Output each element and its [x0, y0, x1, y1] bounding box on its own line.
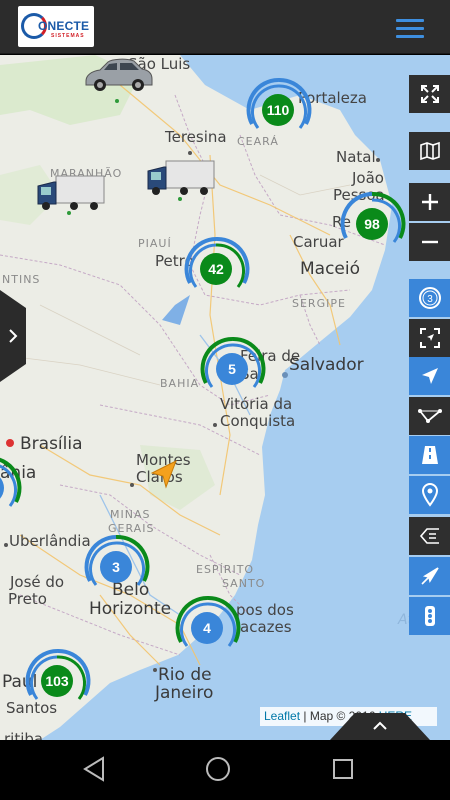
plus-icon: [421, 194, 438, 210]
cluster-marker-partial[interactable]: [0, 450, 26, 526]
city-label-maceio: Maceió: [300, 259, 361, 279]
cluster-count: 103: [45, 673, 69, 689]
svg-text:3: 3: [427, 294, 433, 305]
vehicle-position-dot: [67, 211, 71, 215]
state-label-minas: MINAS: [110, 508, 151, 521]
leaflet-link[interactable]: Leaflet: [264, 709, 300, 723]
city-label-rio-de: Rio de: [158, 665, 212, 685]
back-triangle-icon: [83, 756, 104, 782]
system-navigation-bar: [0, 740, 450, 800]
more-button[interactable]: [409, 597, 450, 635]
city-label-conquista: Conquista: [220, 412, 296, 430]
hamburger-menu-icon[interactable]: [393, 15, 427, 41]
city-label-natal: Natal: [336, 148, 376, 166]
city-label-goytacazes: acazes: [240, 618, 292, 636]
location-button[interactable]: [409, 476, 450, 514]
recents-square-icon: [333, 759, 353, 779]
logo-text: ONECTE: [38, 19, 90, 33]
state-label-espirito: ESPÍRITO: [196, 563, 255, 576]
cluster-count: 4: [203, 620, 211, 636]
route-icon: [417, 409, 442, 423]
zoom-in-button[interactable]: [409, 183, 450, 221]
cluster-marker[interactable]: 5: [194, 331, 270, 407]
route-button[interactable]: [409, 397, 450, 435]
car-icon[interactable]: [82, 55, 156, 95]
city-label-janeiro: Janeiro: [155, 683, 214, 703]
counter-icon: 3: [418, 287, 441, 309]
logo-subtext: SISTEMAS: [51, 33, 85, 39]
cluster-marker[interactable]: 103: [19, 643, 95, 719]
city-label-preto: Preto: [8, 590, 47, 608]
cluster-count: 110: [266, 102, 290, 118]
fullscreen-button[interactable]: [409, 75, 450, 113]
map-view[interactable]: São Luis Fortaleza Teresina CEARÁ Natal …: [0, 55, 450, 740]
cluster-marker[interactable]: 42: [178, 231, 254, 307]
bottom-panel-toggle[interactable]: [330, 713, 430, 740]
back-button[interactable]: [75, 752, 115, 788]
collapse-button[interactable]: [409, 517, 450, 555]
truck-icon[interactable]: [34, 174, 106, 212]
state-label-piaui: PIAUÍ: [138, 237, 172, 250]
navigation-icon: [421, 368, 438, 384]
recents-button[interactable]: [323, 752, 363, 788]
road-button[interactable]: [409, 436, 450, 474]
truck-icon[interactable]: [144, 159, 216, 197]
fullscreen-icon: [420, 85, 439, 103]
cluster-marker[interactable]: 4: [169, 590, 245, 666]
cluster-marker[interactable]: 110: [240, 72, 316, 148]
app-screen: ONECTE SISTEMAS São Luis Fortaleza Teres…: [0, 0, 450, 800]
minus-icon: [421, 240, 438, 244]
cluster-marker[interactable]: 3: [78, 529, 154, 605]
state-label-santo: SANTO: [222, 577, 266, 590]
city-label-curitiba: ritiba: [4, 730, 44, 740]
location-pin-icon: [421, 483, 438, 507]
city-label-brasilia: Brasília: [20, 434, 83, 454]
side-drawer-toggle[interactable]: [0, 290, 26, 382]
home-circle-icon: [206, 757, 230, 781]
brand-logo[interactable]: ONECTE SISTEMAS: [18, 6, 94, 47]
vehicle-position-dot: [115, 99, 119, 103]
map-layers-button[interactable]: [409, 132, 450, 170]
counter-button[interactable]: 3: [409, 279, 450, 317]
cluster-count: 5: [228, 361, 236, 377]
fit-bounds-button[interactable]: [409, 319, 450, 357]
city-label-sao-jose: José do: [10, 573, 65, 591]
cluster-marker[interactable]: 98: [334, 186, 410, 262]
attribution-separator: |: [300, 709, 310, 723]
send-button[interactable]: [409, 557, 450, 595]
zoom-out-button[interactable]: [409, 223, 450, 261]
vehicle-position-dot: [178, 197, 182, 201]
city-label-joao: João: [352, 169, 384, 187]
home-button[interactable]: [198, 752, 238, 788]
city-label-salvador: Salvador: [289, 355, 364, 375]
cluster-count: 3: [112, 559, 120, 575]
road-icon: [421, 446, 438, 464]
cluster-count: 98: [364, 216, 380, 232]
app-header: ONECTE SISTEMAS: [0, 0, 450, 54]
map-icon: [419, 141, 440, 161]
cluster-count: 42: [208, 261, 224, 277]
more-icon: [424, 606, 435, 626]
collapse-arrow-icon: [419, 528, 439, 544]
navigation-arrow-icon[interactable]: [150, 459, 178, 489]
state-label-sergipe: SERGIPE: [292, 297, 346, 310]
send-icon: [420, 567, 439, 585]
state-label-tocantins: NTINS: [2, 273, 41, 286]
fit-bounds-icon: [419, 328, 440, 348]
city-label-teresina: Teresina: [165, 128, 227, 146]
navigate-button[interactable]: [409, 357, 450, 395]
